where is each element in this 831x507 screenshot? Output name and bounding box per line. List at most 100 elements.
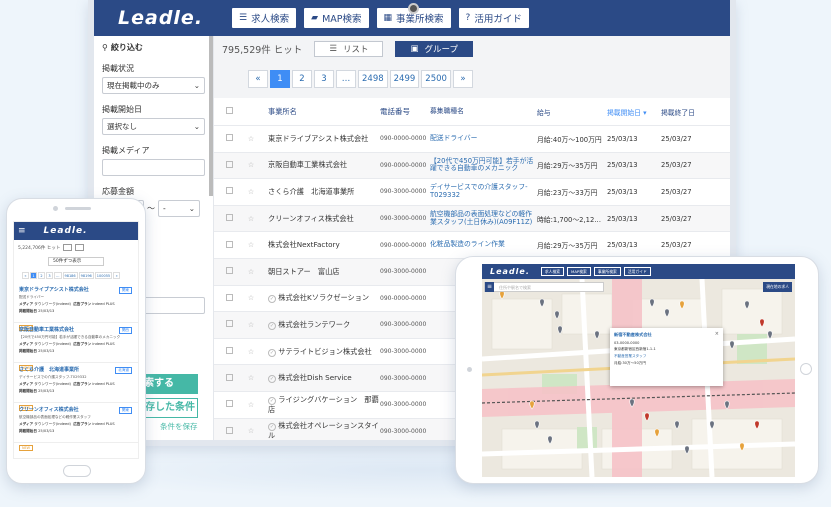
start-date-select[interactable]: 選択なし ⌄ [102, 118, 205, 135]
row-checkbox[interactable] [225, 347, 233, 355]
star-icon[interactable]: ☆ [244, 215, 258, 223]
map-search-input[interactable]: 住所や駅名で検索 [484, 282, 604, 292]
menu-icon[interactable]: ≡ [18, 226, 26, 236]
office-name[interactable]: 東京ドライブアシスト株式会社 [268, 134, 368, 143]
office-name[interactable]: 株式会社Kソラクゼーション [278, 293, 369, 302]
office-name[interactable]: 株式会社ランテワーク [278, 320, 350, 329]
page-button[interactable]: 2499 [389, 70, 420, 88]
close-icon[interactable]: × [715, 331, 719, 337]
row-checkbox[interactable] [225, 293, 233, 301]
row-checkbox[interactable] [225, 187, 233, 195]
page-button[interactable]: 100055 [94, 272, 113, 279]
page-button[interactable]: » [452, 70, 473, 88]
star-icon[interactable]: ☆ [244, 135, 258, 143]
page-button[interactable]: 3 [314, 70, 334, 88]
job-title[interactable]: 航空機部品の表面処理などの軽作業スタッフ(土日休み)(A09F11Z) [430, 210, 537, 227]
media-input[interactable] [102, 159, 205, 176]
office-name[interactable]: ライジングバケーション 那覇店 [268, 395, 379, 414]
page-button[interactable]: « [248, 70, 268, 88]
office-name[interactable]: クリーンオフィス株式会社 [268, 214, 354, 223]
table-row[interactable]: ☆ 京阪自動車工業株式会社 090-0000-0000 【20代で450万円可能】若… [214, 152, 730, 180]
select-all-checkbox[interactable] [225, 107, 233, 114]
list-item[interactable]: 関東 東京ドライブアシスト株式会社 配送ドライバー メディア タウンワーク(indee… [14, 283, 138, 331]
table-row[interactable]: ☆ 株式会社NextFactory 090-0000-0000 化粧品製造のライン作… [214, 232, 730, 259]
row-checkbox[interactable] [225, 160, 233, 168]
page-button[interactable]: « [22, 272, 29, 279]
star-icon[interactable]: ☆ [244, 241, 258, 249]
row-checkbox[interactable] [225, 426, 233, 434]
row-checkbox[interactable] [225, 267, 233, 275]
amount-to-select[interactable]: - ⌄ [158, 200, 200, 217]
page-button[interactable]: 2498 [358, 70, 388, 88]
list-item[interactable]: 関東 クリーンオフィス株式会社 航空機部品の表面処理などの軽作業スタッフ メディア タ… [14, 403, 138, 451]
sidebar-scrollbar[interactable] [209, 36, 213, 196]
office-name[interactable]: 京阪自動車工業株式会社 [268, 160, 347, 169]
phone-home-button[interactable] [63, 465, 91, 477]
list-item[interactable]: 関西 京阪自動車工業株式会社 【20代で450万円可能】若手が活躍できる自動車のメカ… [14, 323, 138, 371]
popup-job[interactable]: 不動産営業スタッフ [614, 354, 719, 359]
job-title[interactable]: デイサービスでの介護スタッフ-T029332 [430, 183, 537, 200]
col-pay[interactable]: 給与 [537, 107, 607, 117]
job-title[interactable]: 配送ドライバー [430, 134, 537, 143]
nav-guide[interactable]: ? 活用ガイド [457, 7, 530, 29]
office-name[interactable]: 株式会社オペレーションスタイル [268, 421, 379, 440]
group-view-icon[interactable] [75, 244, 85, 251]
page-button[interactable]: 2500 [421, 70, 451, 88]
table-row[interactable]: ☆ クリーンオフィス株式会社 090-3000-0000 航空機部品の表面処理などの… [214, 205, 730, 233]
office-name[interactable]: 朝日ストアー 富山店 [268, 267, 339, 276]
brand-logo[interactable]: Leadle. [118, 7, 203, 29]
col-tel[interactable]: 電話番号 [380, 106, 430, 117]
tablet-home-button[interactable] [800, 363, 812, 375]
job-title[interactable]: 【20代で450万円可能】若手が活躍できる自動車のメカニック [430, 157, 537, 174]
page-button[interactable]: … [336, 70, 356, 88]
page-button[interactable]: 1 [30, 272, 37, 279]
row-checkbox[interactable] [225, 214, 233, 222]
star-icon[interactable]: ☆ [244, 401, 258, 409]
page-button[interactable]: 1 [270, 70, 290, 88]
office-name[interactable]: 株式会社Dish Service [278, 373, 351, 382]
page-button[interactable]: 98186 [62, 272, 78, 279]
page-button[interactable]: 2 [38, 272, 45, 279]
tablet-nav-map[interactable]: MAP検索 [567, 267, 591, 276]
star-icon[interactable]: ☆ [244, 374, 258, 382]
col-end[interactable]: 掲載終了日 [661, 107, 701, 117]
map-menu-icon[interactable]: ≡ [485, 282, 494, 292]
list-item[interactable]: 北海道 さくら介護 北海道事業所 デイサービスでの介護スタッフ-T029332 メディ… [14, 363, 138, 411]
save-conditions-link[interactable]: 条件を保存 [160, 421, 198, 432]
star-icon[interactable]: ☆ [244, 268, 258, 276]
list-view-icon[interactable] [63, 244, 73, 251]
tablet-nav-guide[interactable]: 活用ガイド [623, 267, 651, 276]
col-job[interactable]: 募集職種名 [430, 107, 537, 116]
page-button[interactable]: » [113, 272, 121, 279]
table-row[interactable]: ☆ 東京ドライブアシスト株式会社 090-0000-0000 配送ドライバー 月給:4… [214, 126, 730, 153]
brand-logo[interactable]: Leadle. [490, 267, 530, 276]
row-checkbox[interactable] [225, 373, 233, 381]
row-checkbox[interactable] [225, 320, 233, 328]
star-icon[interactable]: ☆ [244, 161, 258, 169]
list-view-button[interactable]: ☰ リスト [314, 41, 384, 57]
col-office[interactable]: 事業所名 [258, 107, 380, 117]
page-button[interactable]: 3 [46, 272, 53, 279]
tablet-nav-office[interactable]: 事業所検索 [593, 267, 621, 276]
job-title[interactable]: 化粧品製造のライン作業 [430, 240, 537, 249]
row-checkbox[interactable] [225, 134, 233, 142]
status-select[interactable]: 現在掲載中のみ ⌄ [102, 77, 205, 94]
star-icon[interactable]: ☆ [244, 427, 258, 435]
star-icon[interactable]: ☆ [244, 188, 258, 196]
office-name[interactable]: 株式会社NextFactory [268, 240, 340, 249]
star-icon[interactable]: ☆ [244, 294, 258, 302]
office-name[interactable]: 京阪自動車工業株式会社 [19, 326, 133, 333]
row-checkbox[interactable] [225, 240, 233, 248]
page-button[interactable]: 2 [292, 70, 312, 88]
page-button[interactable]: … [54, 272, 62, 279]
office-name[interactable]: 東京ドライブアシスト株式会社 [19, 286, 133, 293]
star-icon[interactable]: ☆ [244, 321, 258, 329]
star-icon[interactable]: ☆ [244, 348, 258, 356]
office-name[interactable]: クリーンオフィス株式会社 [19, 406, 133, 413]
office-name[interactable]: サテライトビジョン株式会社 [278, 347, 371, 356]
table-row[interactable]: ☆ さくら介護 北海道事業所 090-3000-0000 デイサービスでの介護スタッ… [214, 179, 730, 206]
per-page-select[interactable]: 50件ずつ表示 [48, 257, 104, 266]
nav-job-search[interactable]: ☰ 求人検索 [231, 7, 298, 29]
row-checkbox[interactable] [225, 400, 233, 408]
brand-logo[interactable]: Leadle. [44, 226, 88, 236]
